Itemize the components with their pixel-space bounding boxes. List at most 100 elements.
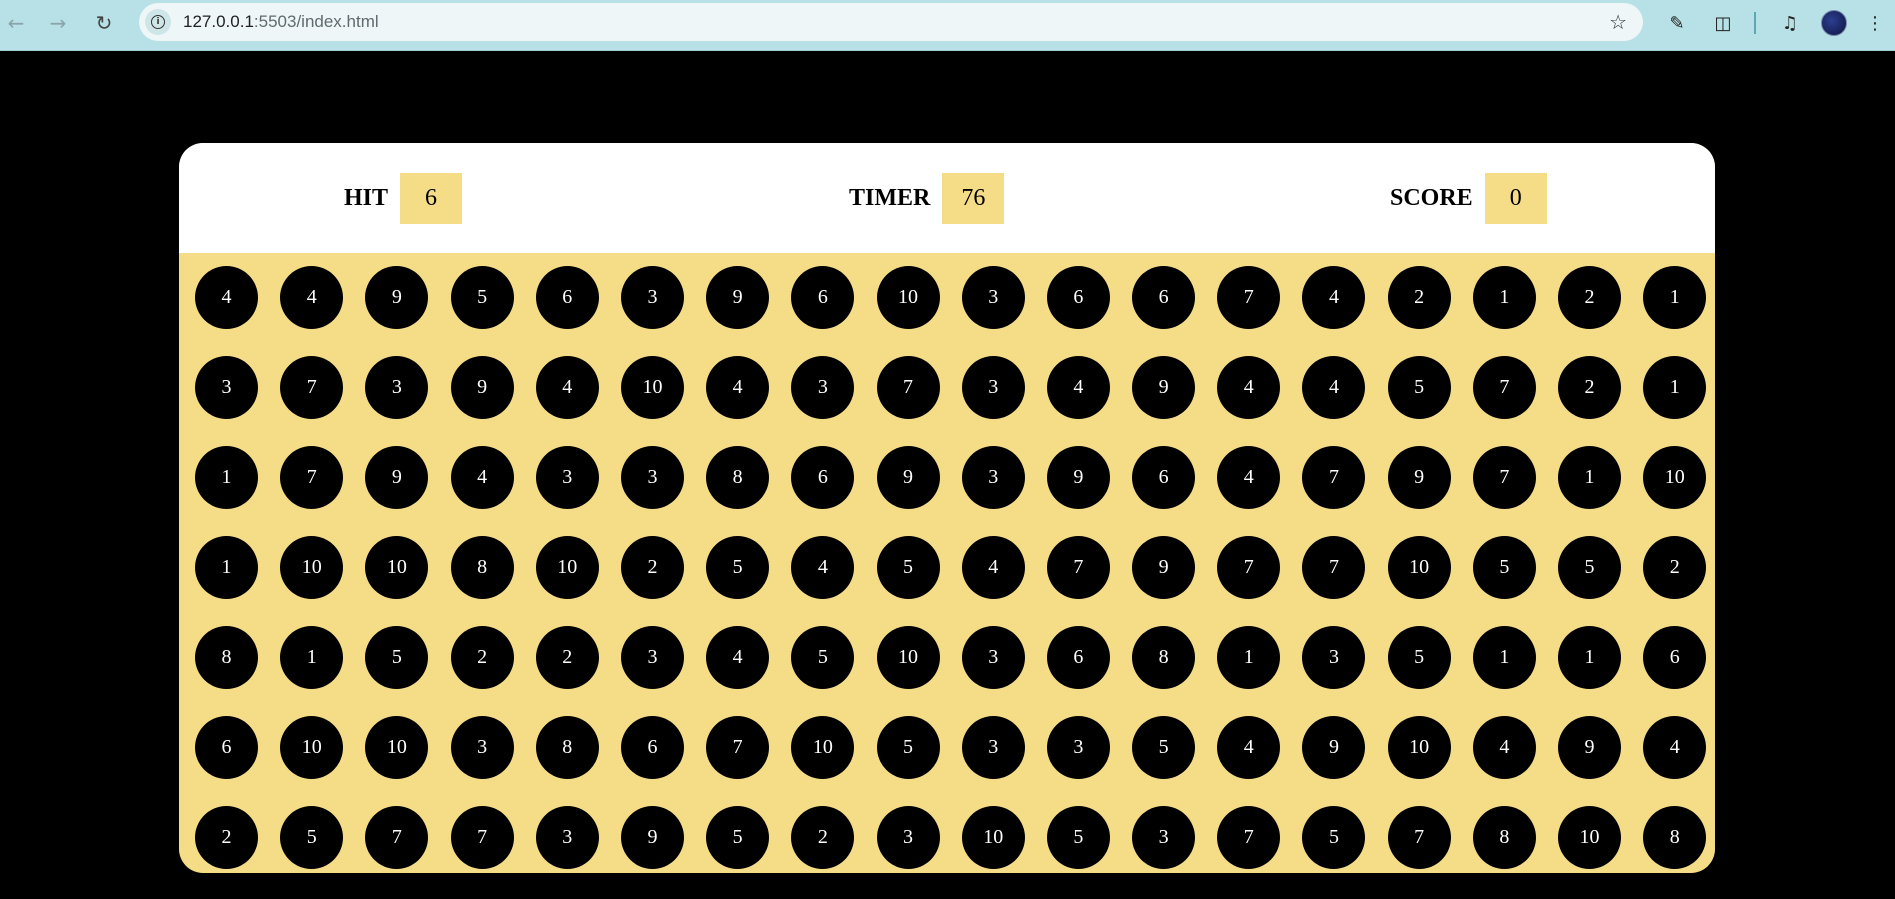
bubble[interactable]: 8 [535, 716, 599, 779]
bubble[interactable]: 4 [961, 536, 1025, 599]
bubble[interactable]: 4 [450, 446, 514, 509]
bubble[interactable]: 6 [535, 266, 599, 329]
bubble[interactable]: 7 [1217, 266, 1281, 329]
bubble[interactable]: 2 [1558, 266, 1621, 329]
media-icon[interactable]: ♫ [1775, 8, 1805, 38]
bubble[interactable]: 3 [620, 266, 684, 329]
bubble[interactable]: 3 [620, 626, 684, 689]
bubble[interactable]: 5 [706, 536, 770, 599]
bubble[interactable]: 4 [1643, 716, 1707, 779]
bubble[interactable]: 10 [961, 806, 1025, 869]
bubble[interactable]: 3 [1302, 626, 1366, 689]
bubble[interactable]: 3 [535, 806, 599, 869]
bubble[interactable]: 10 [1643, 446, 1707, 509]
bubble[interactable]: 6 [1046, 266, 1110, 329]
bubble[interactable]: 7 [706, 716, 770, 779]
bubble[interactable]: 9 [706, 266, 770, 329]
bubble[interactable]: 1 [1472, 266, 1536, 329]
bubble[interactable]: 9 [620, 806, 684, 869]
bubble[interactable]: 10 [365, 536, 429, 599]
bubble[interactable]: 9 [365, 266, 429, 329]
bubble[interactable]: 5 [876, 536, 940, 599]
bubble[interactable]: 5 [365, 626, 429, 689]
bubble[interactable]: 10 [876, 626, 940, 689]
bubble[interactable]: 4 [1302, 356, 1366, 419]
bubble[interactable]: 1 [1643, 266, 1707, 329]
bubble[interactable]: 1 [1643, 356, 1707, 419]
bubble[interactable]: 6 [1643, 626, 1707, 689]
bubble[interactable]: 3 [450, 716, 514, 779]
bubble[interactable]: 10 [280, 536, 344, 599]
bubble[interactable]: 3 [1132, 806, 1196, 869]
bubble[interactable]: 8 [1132, 626, 1196, 689]
bubble[interactable]: 6 [1132, 266, 1196, 329]
eyedropper-icon[interactable]: ✎ [1662, 8, 1692, 38]
bubble[interactable]: 6 [1046, 626, 1110, 689]
bubble[interactable]: 3 [365, 356, 429, 419]
bubble[interactable]: 2 [535, 626, 599, 689]
bubble[interactable]: 4 [1217, 446, 1281, 509]
bubble[interactable]: 1 [1558, 446, 1621, 509]
bubble[interactable]: 10 [1387, 716, 1451, 779]
bubble[interactable]: 4 [1046, 356, 1110, 419]
bubble[interactable]: 7 [1387, 806, 1451, 869]
bubble[interactable]: 3 [961, 716, 1025, 779]
bubble[interactable]: 9 [876, 446, 940, 509]
menu-icon[interactable]: ⋮ [1860, 8, 1890, 38]
bubble[interactable]: 1 [1217, 626, 1281, 689]
bubble[interactable]: 4 [1302, 266, 1366, 329]
profile-avatar[interactable] [1821, 10, 1847, 36]
bubble[interactable]: 8 [450, 536, 514, 599]
bubble[interactable]: 3 [961, 626, 1025, 689]
bubble[interactable]: 9 [450, 356, 514, 419]
site-info-icon[interactable]: i [145, 9, 171, 35]
bubble[interactable]: 2 [450, 626, 514, 689]
bubble[interactable]: 5 [1387, 626, 1451, 689]
bubble[interactable]: 7 [1472, 356, 1536, 419]
bubble[interactable]: 9 [365, 446, 429, 509]
bubble[interactable]: 4 [280, 266, 344, 329]
bubble[interactable]: 9 [1046, 446, 1110, 509]
bubble[interactable]: 5 [450, 266, 514, 329]
bubble[interactable]: 7 [1046, 536, 1110, 599]
bubble[interactable]: 5 [1046, 806, 1110, 869]
bubble[interactable]: 5 [706, 806, 770, 869]
bubble[interactable]: 7 [450, 806, 514, 869]
bubble[interactable]: 3 [876, 806, 940, 869]
bubble[interactable]: 10 [1558, 806, 1621, 869]
bubble[interactable]: 4 [1217, 356, 1281, 419]
bubble[interactable]: 3 [1046, 716, 1110, 779]
bubble[interactable]: 5 [791, 626, 855, 689]
bubble[interactable]: 3 [195, 356, 258, 419]
bubble[interactable]: 5 [1472, 536, 1536, 599]
extensions-icon[interactable]: ◫ [1708, 8, 1738, 38]
bubble[interactable]: 8 [1643, 806, 1707, 869]
bubble[interactable]: 1 [280, 626, 344, 689]
bubble[interactable]: 5 [1132, 716, 1196, 779]
bubble[interactable]: 10 [1387, 536, 1451, 599]
bubble[interactable]: 6 [791, 446, 855, 509]
bubble[interactable]: 2 [195, 806, 258, 869]
bubble[interactable]: 7 [365, 806, 429, 869]
bubble[interactable]: 4 [535, 356, 599, 419]
bubble[interactable]: 6 [620, 716, 684, 779]
star-icon[interactable]: ☆ [1609, 3, 1627, 41]
bubble[interactable]: 7 [1217, 536, 1281, 599]
bubble[interactable]: 8 [195, 626, 258, 689]
bubble[interactable]: 7 [1302, 536, 1366, 599]
url-text[interactable]: 127.0.0.1:5503/index.html [183, 3, 379, 41]
bubble[interactable]: 1 [195, 536, 258, 599]
bubble[interactable]: 10 [365, 716, 429, 779]
bubble[interactable]: 2 [1558, 356, 1621, 419]
bubble[interactable]: 3 [961, 356, 1025, 419]
bubble[interactable]: 10 [876, 266, 940, 329]
bubble[interactable]: 4 [195, 266, 258, 329]
bubble[interactable]: 6 [1132, 446, 1196, 509]
back-icon[interactable]: ← [1, 8, 31, 38]
bubble[interactable]: 6 [791, 266, 855, 329]
bubble[interactable]: 1 [1472, 626, 1536, 689]
bubble[interactable]: 5 [280, 806, 344, 869]
bubble[interactable]: 5 [1302, 806, 1366, 869]
bubble[interactable]: 4 [706, 626, 770, 689]
bubble[interactable]: 1 [1558, 626, 1621, 689]
